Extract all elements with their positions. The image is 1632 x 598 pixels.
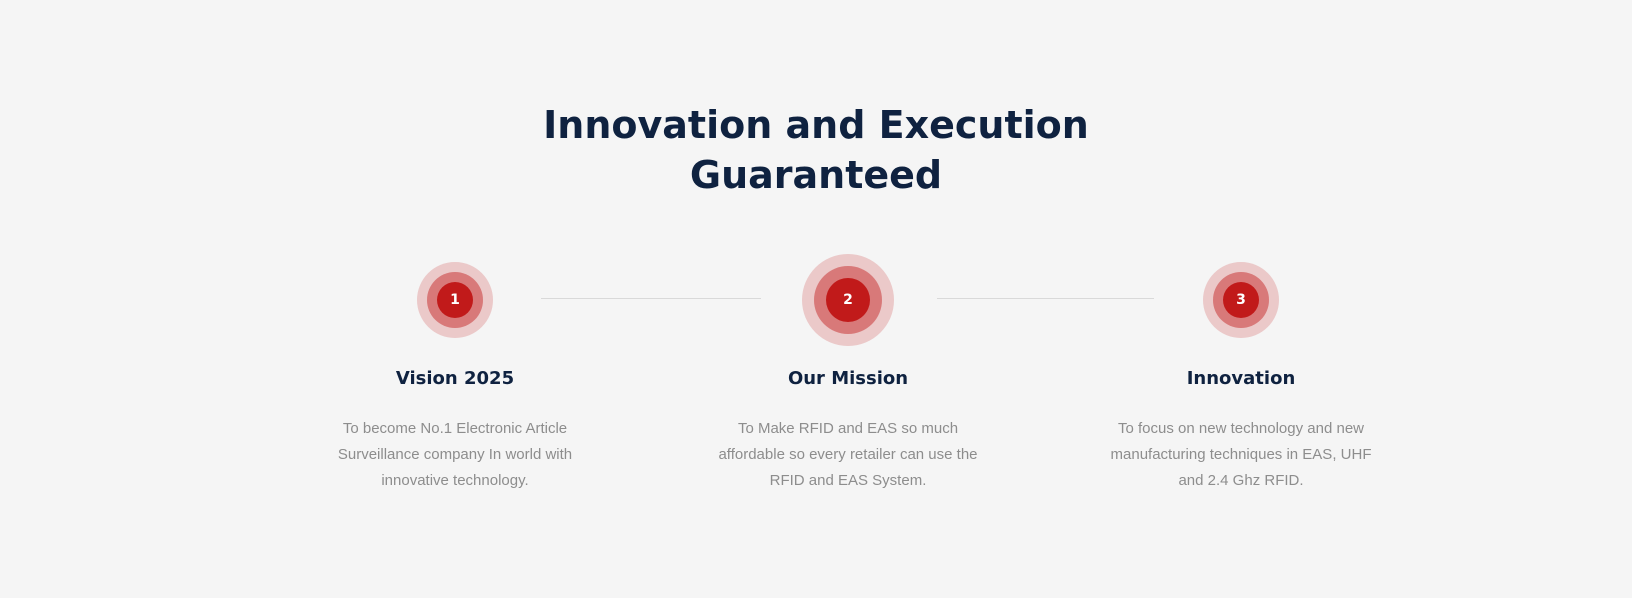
badge-number: 1: [437, 282, 473, 318]
step-vision: 1 Vision 2025 To become No.1 Electronic …: [315, 250, 595, 489]
step-mission: 2 Our Mission To Make RFID and EAS so mu…: [708, 250, 988, 489]
step-title: Vision 2025: [395, 368, 515, 389]
step-title: Innovation: [1186, 368, 1296, 389]
section-title-line-1: Innovation and Execution: [543, 103, 1089, 147]
step-innovation: 3 Innovation To focus on new technology …: [1101, 250, 1381, 489]
step-title: Our Mission: [787, 368, 909, 389]
step-description: To become No.1 Electronic Article Survei…: [337, 420, 573, 489]
section-title-line-2: Guaranteed: [689, 153, 943, 197]
step-description: To focus on new technology and new manuf…: [1110, 420, 1372, 489]
badge-number: 3: [1223, 282, 1259, 318]
section-title: Innovation and Execution Guaranteed: [0, 100, 1632, 200]
step-badge: 1: [315, 250, 595, 350]
step-badge: 3: [1101, 250, 1381, 350]
step-description: To Make RFID and EAS so much affordable …: [718, 420, 978, 489]
timeline-section: Innovation and Execution Guaranteed 1 Vi…: [0, 0, 1632, 598]
badge-number: 2: [826, 278, 870, 322]
step-badge: 2: [708, 250, 988, 350]
